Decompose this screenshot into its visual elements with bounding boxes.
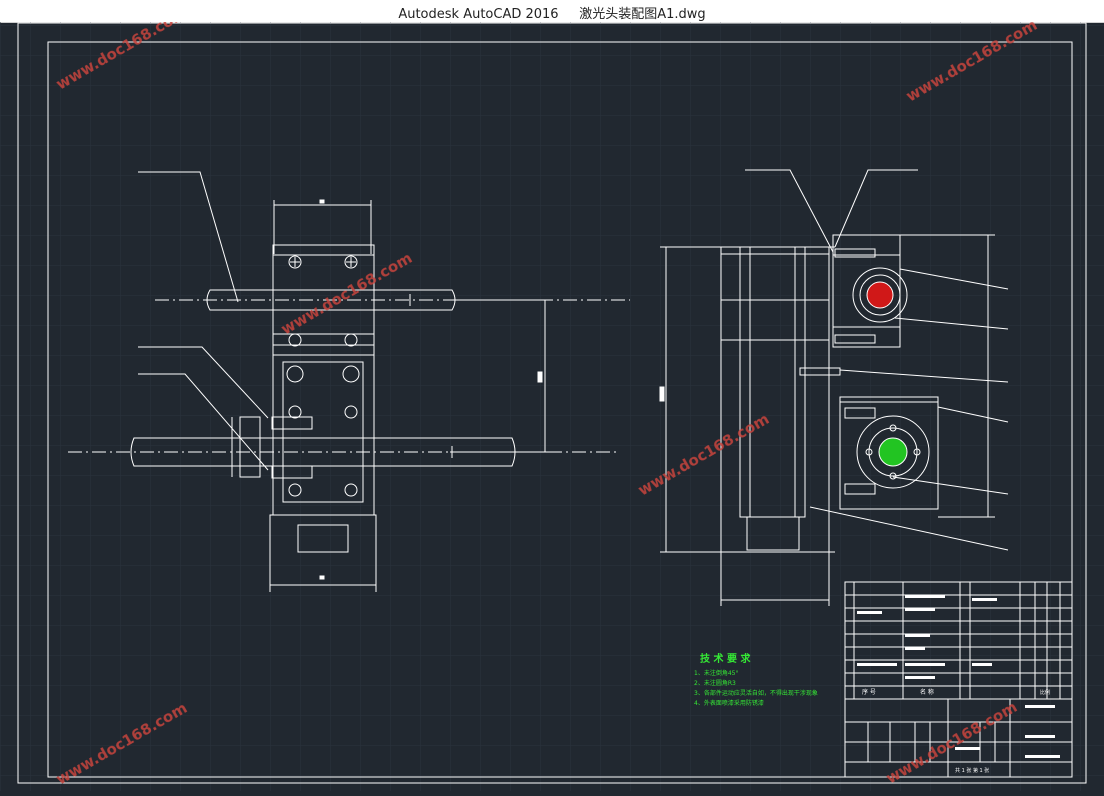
title-block-name-header: 名 称 bbox=[920, 688, 934, 696]
tech-requirement-4: 4、外表面喷漆采用防锈漆 bbox=[694, 699, 764, 707]
title-block-sheet-note: 共 1 张 第 1 张 bbox=[955, 767, 989, 774]
tech-requirement-3: 3、各部件运动应灵活自如，不得出现干涉现象 bbox=[694, 689, 818, 697]
tech-requirement-1: 1、未注倒角45° bbox=[694, 669, 738, 677]
tech-requirements-heading: 技 术 要 求 bbox=[700, 652, 751, 665]
window-title: Autodesk AutoCAD 2016 激光头装配图A1.dwg bbox=[398, 7, 706, 22]
window-titlebar: Autodesk AutoCAD 2016 激光头装配图A1.dwg bbox=[0, 0, 1104, 23]
drawing-canvas[interactable]: 技 术 要 求 1、未注倒角45° 2、未注圆角R3 3、各部件运动应灵活自如，… bbox=[0, 4, 1104, 791]
title-block-scale-label: 比例 bbox=[1040, 689, 1050, 696]
tech-requirement-2: 2、未注圆角R3 bbox=[694, 679, 736, 687]
title-block-seq-header: 序 号 bbox=[862, 688, 876, 696]
